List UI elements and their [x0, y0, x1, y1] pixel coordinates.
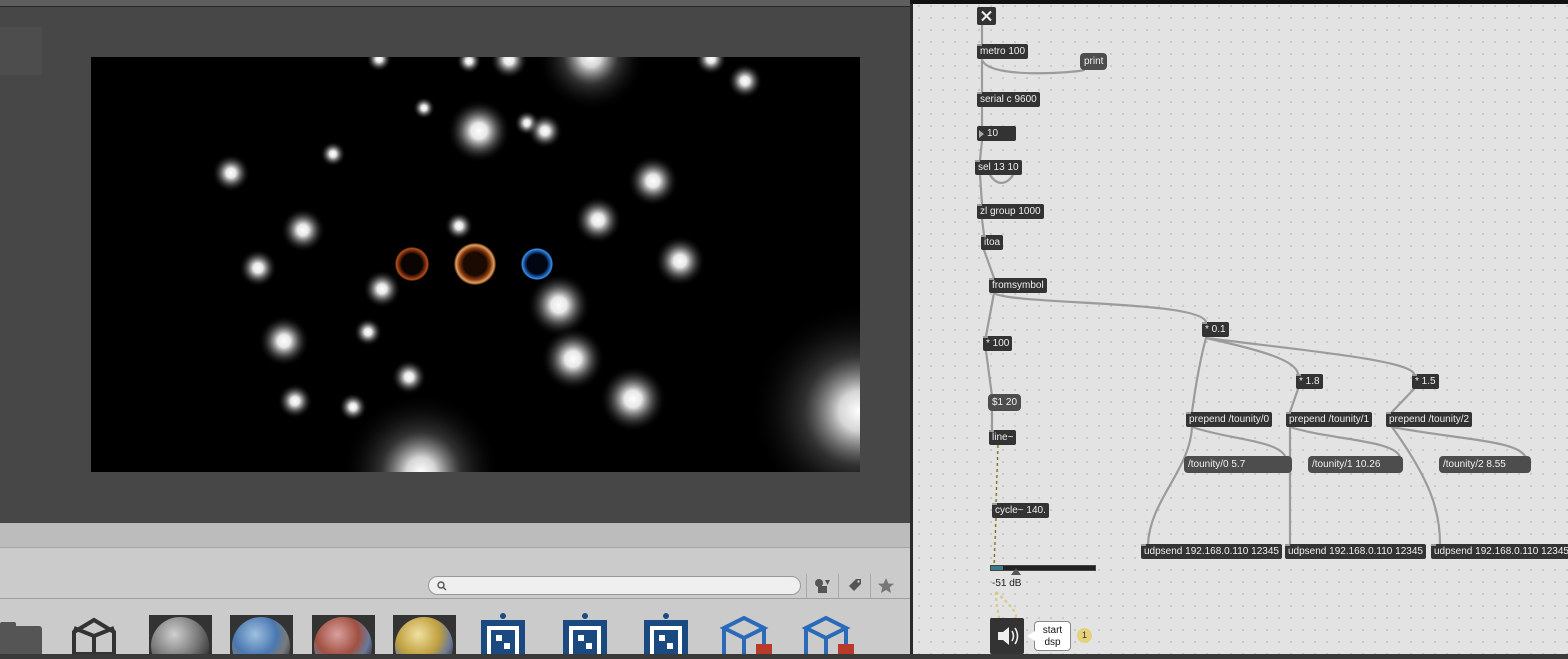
prepend-2-object[interactable]: prepend /tounity/2 — [1386, 412, 1473, 427]
gain-slider-knob[interactable] — [1011, 568, 1021, 575]
dsp-label: dsp — [1044, 637, 1061, 648]
multiply-0.1-object[interactable]: * 0.1 — [1202, 322, 1229, 337]
udpsend-2-object[interactable]: udpsend 192.168.0.110 12345 — [1431, 544, 1568, 559]
multiply-1.8-object[interactable]: * 1.8 — [1296, 374, 1323, 389]
toggle-button[interactable] — [977, 7, 996, 25]
speaker-icon — [998, 627, 1019, 645]
cycle-object[interactable]: cycle~ 140. — [992, 503, 1049, 518]
ezdac-button[interactable] — [990, 618, 1024, 654]
start-label: start — [1042, 625, 1063, 636]
line-object[interactable]: line~ — [989, 430, 1017, 445]
udpsend-0-object[interactable]: udpsend 192.168.0.110 12345 — [1141, 544, 1282, 559]
start-dsp-pointer — [1027, 631, 1035, 641]
close-x-icon — [981, 10, 992, 22]
output-message-2[interactable]: /tounity/2 8.55 — [1439, 456, 1531, 473]
itoa-object[interactable]: itoa — [981, 235, 1004, 250]
output-message-1[interactable]: /tounity/1 10.26 — [1308, 456, 1403, 473]
gain-label: -51 dB — [992, 578, 1022, 589]
ramp-message[interactable]: $1 20 — [988, 394, 1022, 411]
multiply-100-object[interactable]: * 100 — [983, 336, 1013, 351]
step-badge: 1 — [1077, 628, 1092, 643]
number-value: 10 — [987, 128, 999, 139]
sel-object[interactable]: sel 13 10 — [975, 160, 1022, 175]
prepend-1-object[interactable]: prepend /tounity/1 — [1286, 412, 1373, 427]
zl-group-object[interactable]: zl group 1000 — [977, 204, 1044, 219]
multiply-1.5-object[interactable]: * 1.5 — [1412, 374, 1439, 389]
fromsymbol-object[interactable]: fromsymbol — [989, 278, 1047, 293]
start-dsp-comment: start dsp — [1034, 621, 1071, 651]
print-object[interactable]: print — [1080, 53, 1108, 70]
number-box[interactable]: 10 — [977, 126, 1016, 141]
serial-object[interactable]: serial c 9600 — [977, 92, 1040, 107]
gain-slider[interactable] — [990, 565, 1096, 571]
udpsend-1-object[interactable]: udpsend 192.168.0.110 12345 — [1285, 544, 1426, 559]
output-message-0[interactable]: /tounity/0 5.7 — [1184, 456, 1292, 473]
gain-slider-fill — [991, 566, 1004, 570]
prepend-0-object[interactable]: prepend /tounity/0 — [1186, 412, 1273, 427]
number-triangle-icon — [979, 130, 984, 138]
metro-object[interactable]: metro 100 — [977, 44, 1029, 59]
